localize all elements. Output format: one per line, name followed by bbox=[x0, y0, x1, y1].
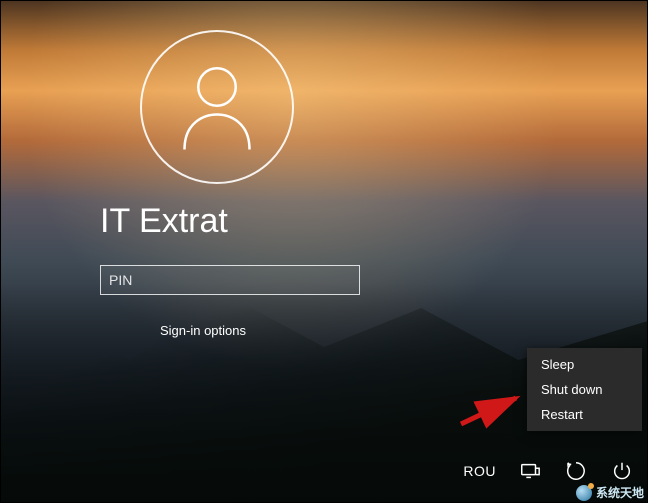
user-icon bbox=[177, 62, 257, 152]
power-menu-item-label: Shut down bbox=[541, 382, 602, 397]
power-menu-item-label: Sleep bbox=[541, 357, 574, 372]
language-indicator[interactable]: ROU bbox=[463, 463, 496, 479]
pin-input[interactable] bbox=[100, 265, 360, 295]
network-icon bbox=[519, 460, 541, 482]
power-menu-restart[interactable]: Restart bbox=[527, 402, 642, 427]
watermark: 系统天地 bbox=[576, 484, 644, 501]
lock-screen-corner-buttons: ROU bbox=[463, 459, 634, 483]
network-button[interactable] bbox=[518, 459, 542, 483]
signin-options-link[interactable]: Sign-in options bbox=[160, 323, 400, 338]
power-menu: Sleep Shut down Restart bbox=[527, 348, 642, 431]
user-avatar bbox=[140, 30, 294, 184]
watermark-text: 系统天地 bbox=[596, 484, 644, 501]
power-menu-shutdown[interactable]: Shut down bbox=[527, 377, 642, 402]
power-menu-item-label: Restart bbox=[541, 407, 583, 422]
ease-of-access-button[interactable] bbox=[564, 459, 588, 483]
ease-of-access-icon bbox=[565, 460, 587, 482]
login-area: IT Extrat Sign-in options bbox=[100, 30, 400, 338]
username-label: IT Extrat bbox=[100, 202, 400, 241]
power-button[interactable] bbox=[610, 459, 634, 483]
power-menu-sleep[interactable]: Sleep bbox=[527, 352, 642, 377]
power-icon bbox=[611, 460, 633, 482]
watermark-globe-icon bbox=[576, 485, 592, 501]
